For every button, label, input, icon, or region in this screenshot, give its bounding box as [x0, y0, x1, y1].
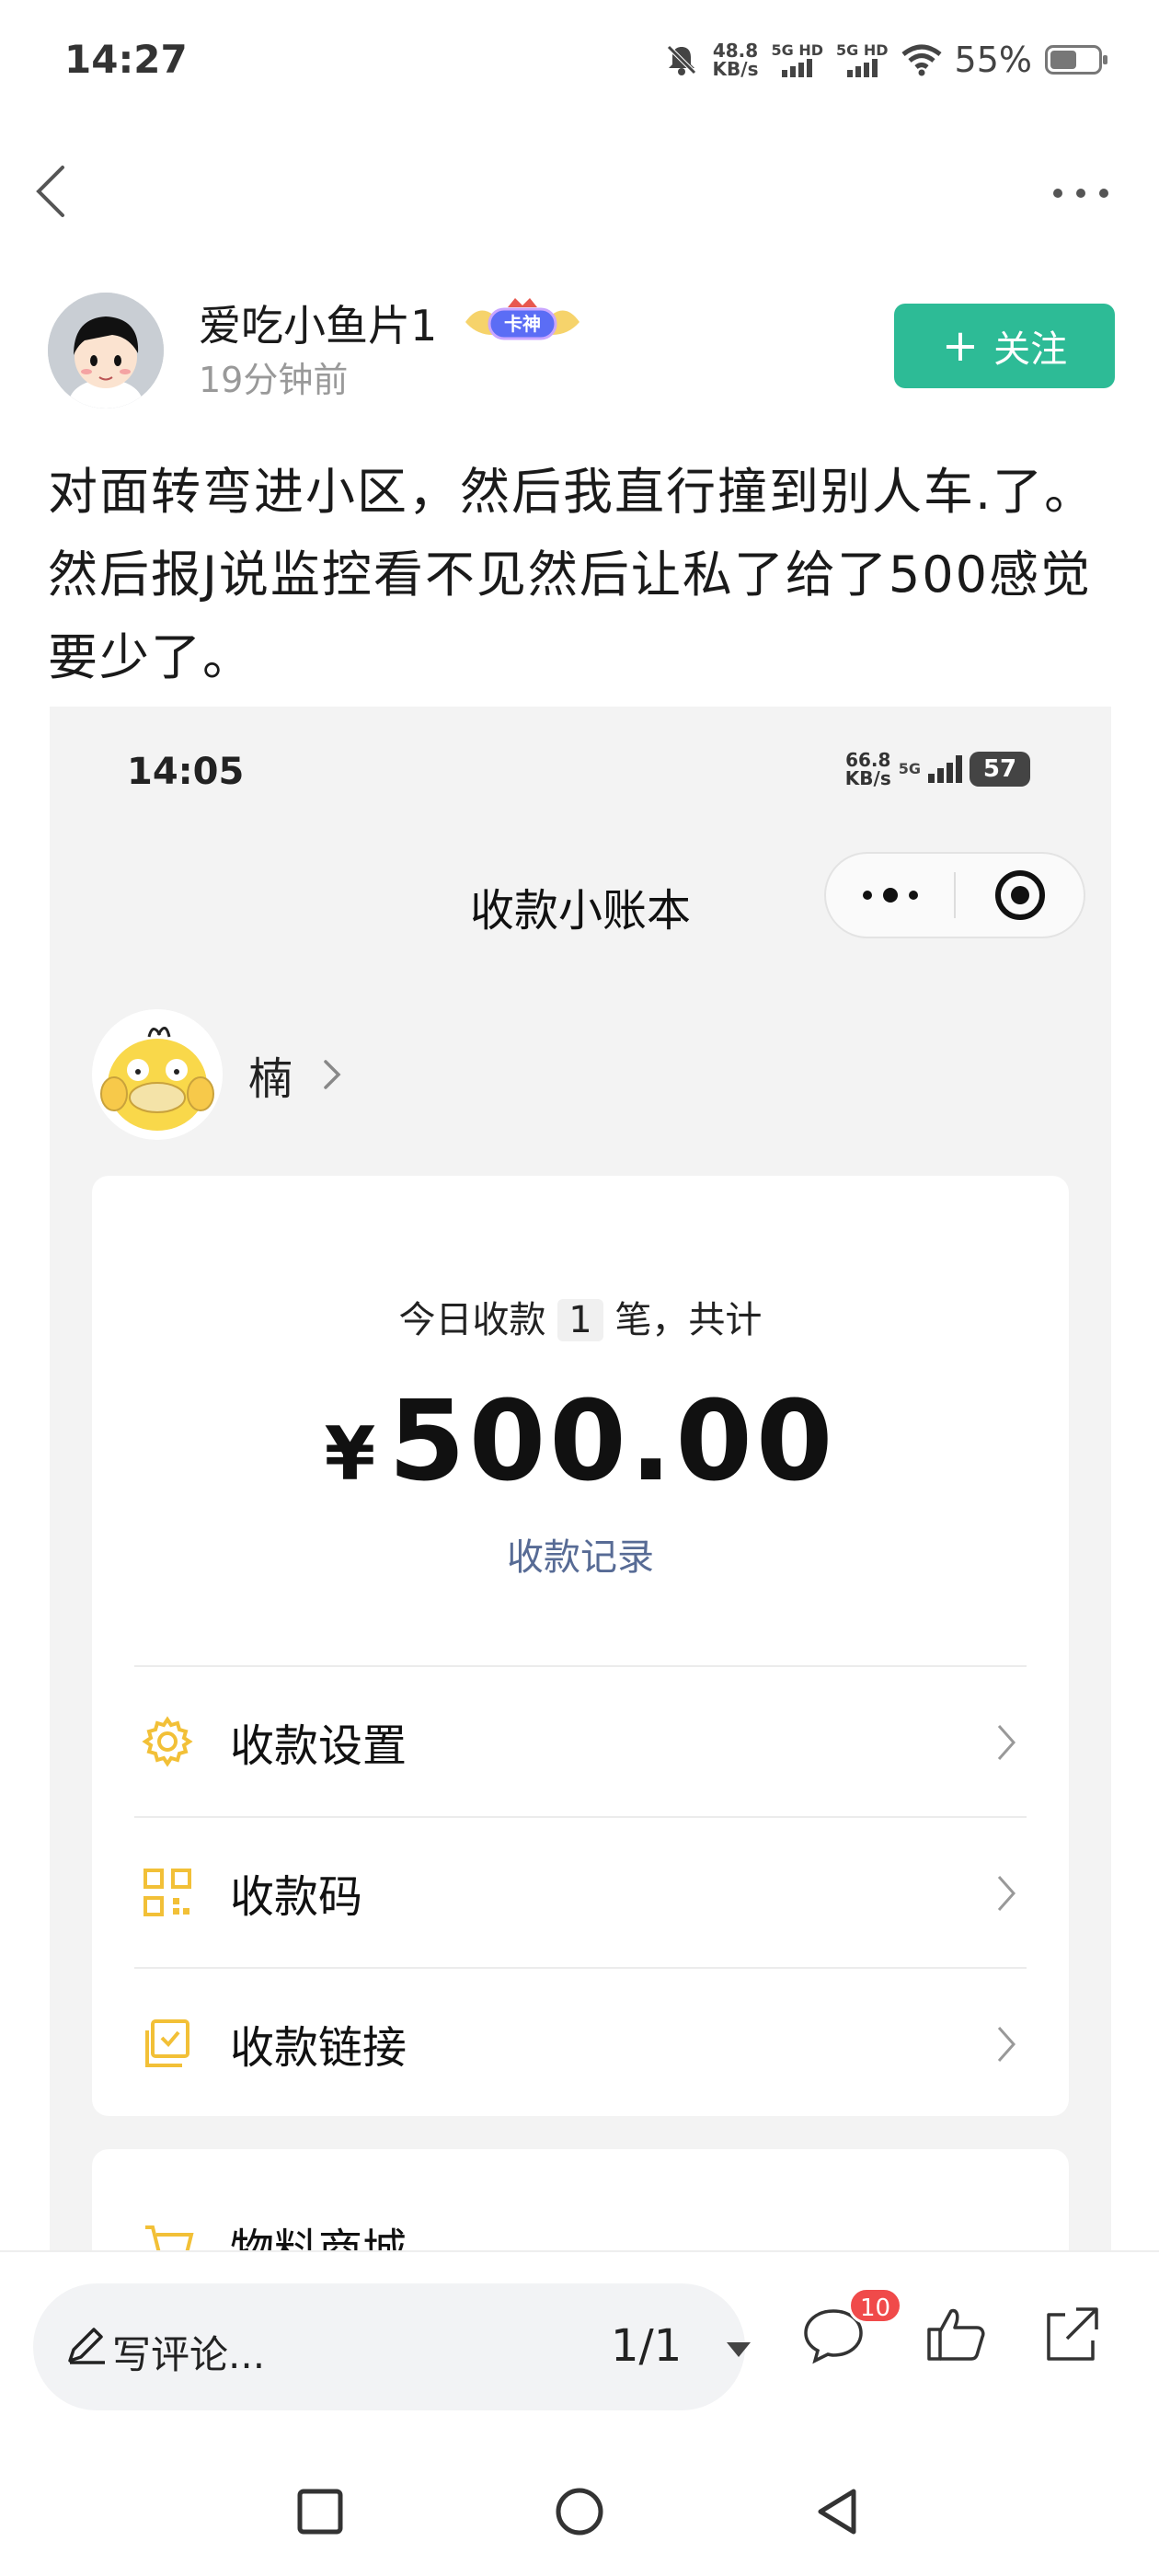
home-icon[interactable]: [552, 2484, 607, 2539]
top-nav: [0, 147, 1159, 239]
signal-2-label: 5G HD: [836, 41, 889, 59]
battery-percent: 55%: [954, 40, 1032, 80]
embedded-signal-bars-icon: [928, 755, 962, 783]
signal-bars-icon: [846, 59, 878, 77]
wifi-icon: [901, 44, 942, 76]
comment-placeholder: 写评论...: [112, 2332, 266, 2377]
merchant-avatar: [92, 1009, 223, 1140]
bottom-action-bar: 写评论... 1/1 10: [0, 2252, 1159, 2418]
link-icon: [145, 2019, 189, 2067]
image-page-indicator[interactable]: 1/1: [611, 2320, 682, 2372]
embedded-battery-icon: 57: [970, 752, 1030, 787]
collection-menu: 收款设置 收款码 收款链接: [134, 1665, 1027, 2118]
author-avatar[interactable]: [48, 293, 164, 408]
duck-avatar-illustration: [92, 1009, 223, 1140]
author-name[interactable]: 爱吃小鱼片1: [199, 293, 437, 353]
mute-bell-icon: [666, 45, 696, 75]
status-icons: 48.8 KB/s 5G HD 5G HD 55%: [663, 37, 1107, 83]
signal-2: 5G HD: [836, 42, 889, 77]
chevron-right-icon: [997, 2027, 1016, 2062]
today-summary: 今日收款 1 笔，共计: [92, 1290, 1069, 1343]
post-time: 19分钟前: [199, 360, 349, 400]
merchant-name: 楠: [248, 1053, 293, 1105]
follow-button[interactable]: + 关注: [894, 304, 1115, 388]
embedded-status-time: 14:05: [127, 751, 245, 793]
comment-input[interactable]: 写评论... 1/1: [33, 2283, 751, 2410]
signal-1: 5G HD: [771, 41, 824, 77]
battery-tip: [1103, 55, 1107, 64]
menu-item-settings[interactable]: 收款设置: [134, 1665, 1027, 1816]
chevron-right-icon: [997, 1876, 1016, 1911]
menu-item-materials-store[interactable]: 物料商城: [134, 2214, 1027, 2252]
embedded-signal-label: 5G: [898, 760, 921, 777]
amount-value: 500.00: [388, 1378, 837, 1506]
caret-down-icon[interactable]: [725, 2340, 752, 2359]
mini-program-capsule: [824, 852, 1085, 938]
status-bar: 14:27 48.8 KB/s 5G HD 5G HD 55%: [0, 0, 1159, 129]
battery-fill: [1050, 51, 1076, 69]
embedded-network-speed-value: 66.8: [845, 749, 891, 771]
capsule-close-button[interactable]: [956, 854, 1084, 937]
embedded-signal: 5G: [899, 761, 921, 777]
signal-1-label: 5G HD: [771, 41, 824, 59]
embedded-network-speed-unit: KB/s: [844, 767, 891, 789]
level-badge: 卡神: [462, 294, 583, 346]
more-options-icon[interactable]: [1049, 175, 1113, 212]
comment-count-badge: 10: [848, 2287, 903, 2324]
capsule-more-button[interactable]: [826, 854, 954, 937]
chevron-right-icon: [324, 1060, 341, 1089]
merchant-user-row[interactable]: 楠: [92, 1006, 346, 1144]
network-speed: 48.8 KB/s: [713, 41, 759, 78]
collection-summary-card: 今日收款 1 笔，共计 ¥500.00 收款记录 收款设置 收款码 收款链接: [92, 1176, 1069, 2116]
share-icon[interactable]: [1038, 2302, 1104, 2368]
like-icon[interactable]: [924, 2302, 990, 2368]
chevron-right-icon: [997, 1725, 1016, 1760]
plus-icon: +: [941, 320, 980, 372]
more-dots-icon: [862, 888, 918, 903]
cart-icon: [145, 2225, 194, 2252]
status-time: 14:27: [64, 37, 188, 82]
back-triangle-icon[interactable]: [809, 2484, 865, 2539]
system-navigation-bar: [0, 2429, 1159, 2576]
target-close-icon: [994, 870, 1045, 920]
follow-label: 关注: [993, 328, 1068, 371]
menu-item-label: 物料商城: [230, 2225, 407, 2252]
author-row: 爱吃小鱼片1 卡神 19分钟前 + 关注: [48, 293, 1115, 412]
embedded-network-speed: 66.8 KB/s: [845, 751, 891, 788]
menu-item-label: 收款码: [230, 1871, 363, 1923]
badge-label: 卡神: [504, 313, 541, 335]
materials-card: 物料商城: [92, 2149, 1069, 2252]
total-amount: ¥500.00: [92, 1378, 1069, 1506]
pen-icon: [68, 2328, 105, 2364]
currency-symbol: ¥: [324, 1411, 380, 1497]
signal-bars-icon: [782, 59, 813, 77]
collection-records-link[interactable]: 收款记录: [92, 1527, 1069, 1581]
today-count: 1: [557, 1299, 603, 1341]
back-arrow-icon[interactable]: [26, 164, 81, 219]
post-body-text: 对面转弯进小区，然后我直行撞到别人车.了。然后报J说监控看不见然后让私了给了50…: [48, 463, 1096, 686]
post-image[interactable]: 14:05 66.8 KB/s 5G 57 收款小账本 楠 今日收款 1 笔，共…: [50, 707, 1111, 2252]
embedded-battery-text: 57: [982, 755, 1017, 783]
menu-item-qr-code[interactable]: 收款码: [134, 1816, 1027, 1967]
menu-item-label: 收款设置: [230, 1720, 407, 1772]
qr-code-icon: [143, 1869, 191, 1916]
today-suffix: 笔，共计: [614, 1299, 763, 1341]
gear-icon: [142, 1716, 193, 1767]
menu-item-label: 收款链接: [230, 2022, 407, 2074]
battery-icon: [1045, 45, 1107, 75]
today-prefix: 今日收款: [398, 1299, 546, 1341]
embedded-status-icons: 66.8 KB/s 5G 57: [845, 751, 1030, 788]
recent-apps-icon[interactable]: [293, 2484, 348, 2539]
menu-item-link[interactable]: 收款链接: [134, 1967, 1027, 2118]
avatar-illustration: [48, 293, 164, 408]
network-speed-unit: KB/s: [712, 58, 759, 80]
network-speed-value: 48.8: [712, 40, 759, 62]
